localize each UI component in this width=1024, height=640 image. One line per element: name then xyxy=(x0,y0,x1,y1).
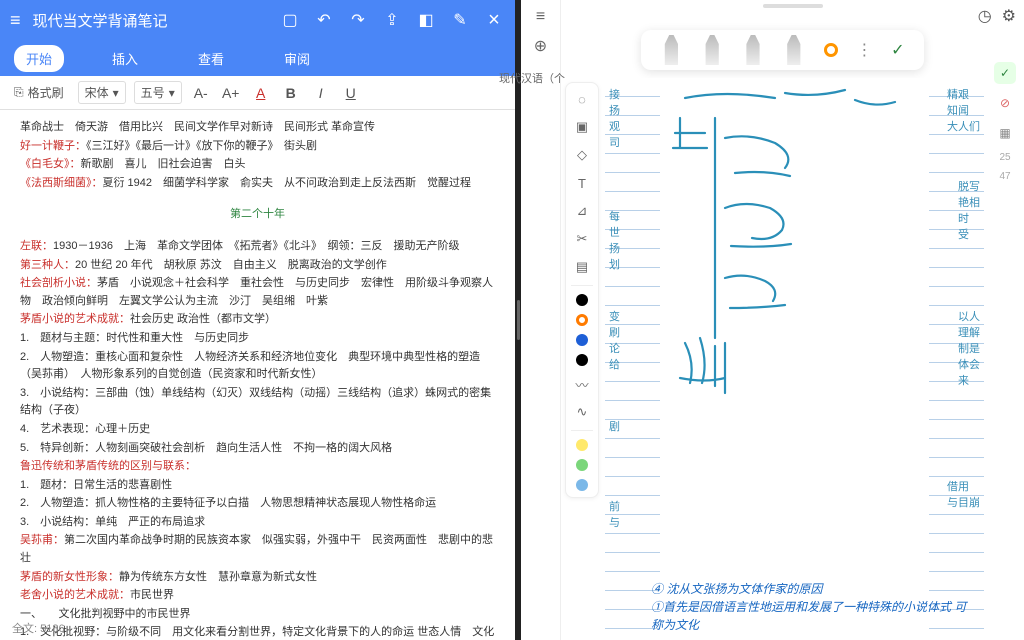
pen-1[interactable] xyxy=(660,35,682,65)
ruler-tool[interactable]: ⊿ xyxy=(572,201,592,221)
font-decrease-button[interactable]: A- xyxy=(190,85,212,101)
wave-tool[interactable]: 〰 xyxy=(572,374,592,394)
word-processor-app: ≡ 现代当文学背诵笔记 ▢ ↶ ↷ ⇪ ◧ ✎ × 开始 插入 查看 审阅 ⎘ … xyxy=(0,0,515,640)
notes-app: ≡ ⊕ 现代汉语（个人... ◷ ⚙ ⋮ ✓ ✓ ⊘ ▦ 25 47 xyxy=(521,0,1024,640)
notes-sidebar: ≡ ⊕ 现代汉语（个人... xyxy=(521,0,561,640)
hl-green[interactable] xyxy=(576,459,588,471)
tab-start[interactable]: 开始 xyxy=(14,45,64,72)
layers-tool[interactable]: ▤ xyxy=(572,257,592,277)
bold-button[interactable]: B xyxy=(280,85,302,101)
color-orange[interactable] xyxy=(576,314,588,326)
format-painter-button[interactable]: ⎘ 格式刷 xyxy=(8,82,70,103)
size-select[interactable]: 五号 ▾ xyxy=(134,81,182,104)
document-body[interactable]: 革命战士 倚天游 借用比兴 民间文学作早对新诗 民间形式 革命宣传 好一计鞭子：… xyxy=(0,110,515,640)
confirm-icon[interactable]: ✓ xyxy=(891,40,904,60)
tab-review[interactable]: 审阅 xyxy=(272,45,322,72)
redo-icon[interactable]: ↷ xyxy=(347,10,369,30)
hamburger-icon[interactable]: ≡ xyxy=(10,10,21,31)
ribbon-tabs: 开始 插入 查看 审阅 xyxy=(0,40,515,76)
format-toolbar: ⎘ 格式刷 宋体 ▾ 五号 ▾ A- A+ A B I U xyxy=(0,76,515,110)
handwriting-svg xyxy=(665,78,945,558)
tab-view[interactable]: 查看 xyxy=(186,45,236,72)
check-tool[interactable]: ✓ xyxy=(994,62,1016,84)
note-canvas[interactable]: ◌ ▣ ◇ T ⊿ ✂ ▤ 〰 ∿ 接扬观司 xyxy=(561,78,984,640)
lasso-tool[interactable]: ◌ xyxy=(572,89,592,109)
drawing-tools: ◌ ▣ ◇ T ⊿ ✂ ▤ 〰 ∿ xyxy=(565,82,599,498)
status-bar: 全文: 5186 xyxy=(12,620,65,636)
font-select[interactable]: 宋体 ▾ xyxy=(78,81,126,104)
drag-pill[interactable] xyxy=(763,4,823,8)
pen-3[interactable] xyxy=(742,35,764,65)
font-color-button[interactable]: A xyxy=(250,85,272,101)
page-num-2: 47 xyxy=(999,171,1010,182)
page-num-1: 25 xyxy=(999,152,1010,163)
color-picker[interactable] xyxy=(824,43,838,57)
bottom-handwriting: ④ 沈从文张扬为文体作家的原因 ①首先是因借语言性地运用和发展了一种特殊的小说体… xyxy=(651,580,974,634)
paper: 接扬观司 每世扬划 变刷论给 剧 前与 精艰知闻大人们 脱写艳相时受 以人理解制… xyxy=(605,78,984,640)
pen-toolbar: ⋮ ✓ xyxy=(641,30,924,70)
hl-yellow[interactable] xyxy=(576,439,588,451)
close-icon[interactable]: × xyxy=(483,9,505,32)
clock-icon[interactable]: ◷ xyxy=(978,6,992,26)
hl-blue[interactable] xyxy=(576,479,588,491)
color-blue[interactable] xyxy=(576,334,588,346)
text-tool[interactable]: T xyxy=(572,173,592,193)
menu-icon[interactable]: ≡ xyxy=(536,8,545,26)
right-tool-rail: ✓ ⊘ ▦ 25 47 xyxy=(990,62,1020,190)
underline-button[interactable]: U xyxy=(340,85,362,101)
grid-tool[interactable]: ▦ xyxy=(994,122,1016,144)
pen-2[interactable] xyxy=(701,35,723,65)
undo-icon[interactable]: ↶ xyxy=(313,10,335,30)
notes-main: ◷ ⚙ ⋮ ✓ ✓ ⊘ ▦ 25 47 ◌ ▣ ◇ T ⊿ xyxy=(561,0,1024,640)
scissors-tool[interactable]: ✂ xyxy=(572,229,592,249)
edit-icon[interactable]: ✎ xyxy=(449,10,471,30)
more-icon[interactable]: ⋮ xyxy=(856,40,872,60)
globe-icon[interactable]: ⊕ xyxy=(534,36,547,56)
shape-tool[interactable]: ◇ xyxy=(572,145,592,165)
pen-4[interactable] xyxy=(783,35,805,65)
italic-button[interactable]: I xyxy=(310,85,332,101)
color-dark[interactable] xyxy=(576,354,588,366)
image-tool[interactable]: ▣ xyxy=(572,117,592,137)
left-margin-notes: 接扬观司 每世扬划 变刷论给 剧 前与 xyxy=(605,78,660,640)
line-tool[interactable]: ∿ xyxy=(572,402,592,422)
titlebar: ≡ 现代当文学背诵笔记 ▢ ↶ ↷ ⇪ ◧ ✎ × xyxy=(0,0,515,40)
tab-insert[interactable]: 插入 xyxy=(100,45,150,72)
font-increase-button[interactable]: A+ xyxy=(220,85,242,101)
document-title: 现代当文学背诵笔记 xyxy=(33,10,267,31)
eraser-tool[interactable]: ⊘ xyxy=(994,92,1016,114)
color-black[interactable] xyxy=(576,294,588,306)
layout-icon[interactable]: ◧ xyxy=(415,10,437,30)
settings-icon[interactable]: ⚙ xyxy=(1002,6,1016,26)
share-icon[interactable]: ⇪ xyxy=(381,10,403,30)
save-icon[interactable]: ▢ xyxy=(279,10,301,30)
